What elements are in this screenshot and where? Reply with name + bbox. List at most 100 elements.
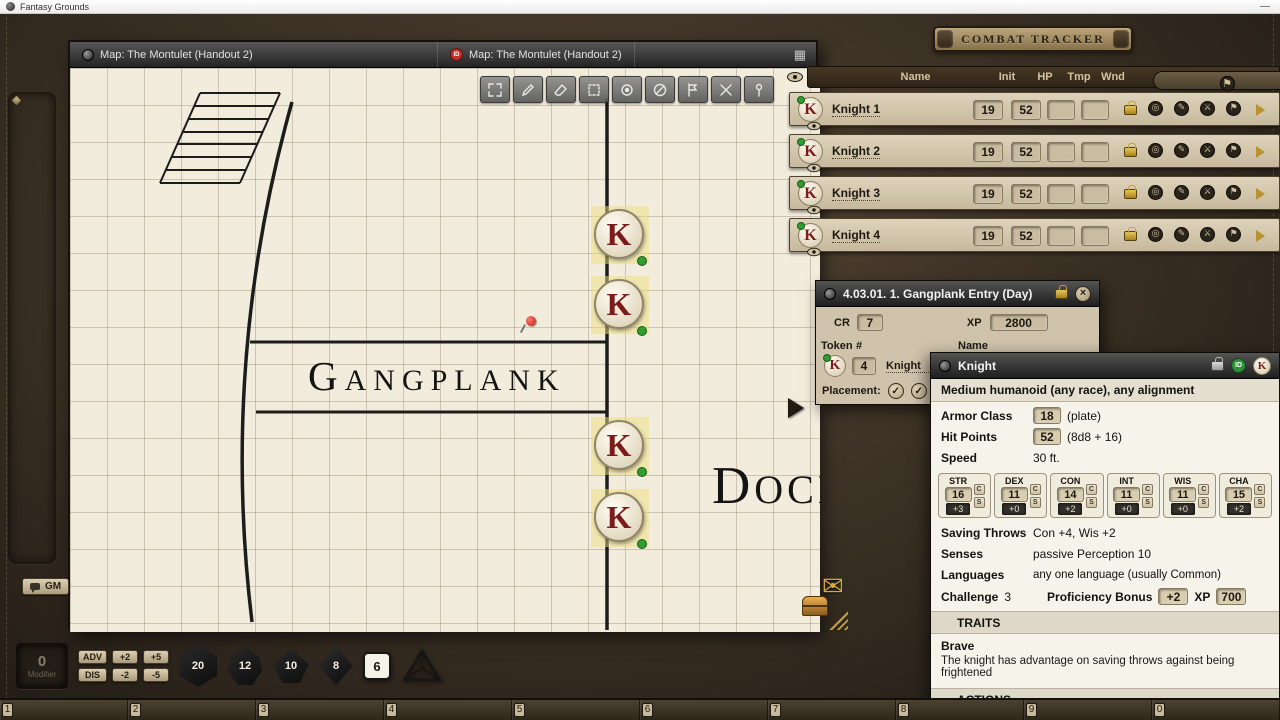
swords-icon[interactable]: ⚔	[1200, 101, 1215, 116]
hp-field[interactable]: 52	[1011, 100, 1041, 120]
pencil-icon[interactable]: ✎	[1174, 101, 1189, 116]
map-token-knight-2[interactable]: K	[591, 276, 649, 334]
cr-field[interactable]: 7	[857, 314, 883, 331]
wis-mod[interactable]: +0	[1171, 503, 1195, 515]
modifier-box[interactable]: 0 Modifier	[16, 643, 68, 689]
mask-button[interactable]	[645, 76, 675, 103]
pencil-icon[interactable]: ✎	[1174, 143, 1189, 158]
target-button[interactable]	[612, 76, 642, 103]
combatant-name[interactable]: Knight 1	[832, 102, 880, 117]
check-roll-button[interactable]: C	[1198, 484, 1209, 495]
map-token-knight-4[interactable]: K	[591, 489, 649, 547]
hp-field[interactable]: 52	[1011, 184, 1041, 204]
advance-turn-icon[interactable]	[1256, 188, 1265, 200]
hotkey-slot-4[interactable]: 4	[384, 700, 512, 720]
statblock-xp-field[interactable]: 700	[1216, 588, 1246, 605]
tmp-field[interactable]	[1047, 184, 1075, 204]
die-d10[interactable]: 10	[273, 649, 309, 683]
lock-icon[interactable]	[1124, 189, 1137, 199]
plus5-button[interactable]: +5	[143, 650, 169, 664]
token-icon[interactable]: K	[798, 181, 823, 206]
tracker-row-knight-1[interactable]: K Knight 1 19 52 ◎ ✎ ⚔ ⚑	[789, 92, 1280, 126]
flag-icon[interactable]: ⚑	[1226, 101, 1241, 116]
placement-check-icon[interactable]: ✓	[911, 383, 927, 399]
token-icon[interactable]: K	[798, 223, 823, 248]
minimize-button[interactable]: —	[1256, 1, 1274, 12]
sidebar-panel[interactable]	[8, 92, 56, 564]
check-roll-button[interactable]: C	[1254, 484, 1265, 495]
con-mod[interactable]: +2	[1058, 503, 1082, 515]
die-d8[interactable]: 8	[319, 647, 353, 685]
delete-button[interactable]	[711, 76, 741, 103]
flag-icon[interactable]: ⚑	[1226, 143, 1241, 158]
check-roll-button[interactable]: C	[974, 484, 985, 495]
plus2-button[interactable]: +2	[112, 650, 138, 664]
hotkey-slot-8[interactable]: 8	[896, 700, 1024, 720]
window-radial-icon[interactable]	[824, 288, 836, 300]
swords-icon[interactable]: ⚔	[1200, 143, 1215, 158]
hotkey-slot-9[interactable]: 9	[1024, 700, 1152, 720]
combatant-name[interactable]: Knight 4	[832, 228, 880, 243]
token-icon[interactable]: K	[798, 97, 823, 122]
die-d12[interactable]: 12	[227, 647, 263, 685]
check-roll-button[interactable]: C	[1030, 484, 1041, 495]
envelope-icon[interactable]: ✉	[822, 574, 844, 600]
pencil-icon[interactable]: ✎	[1174, 185, 1189, 200]
map-tabbar[interactable]: Map: The Montulet (Handout 2) ID Map: Th…	[70, 42, 816, 68]
dis-button[interactable]: DIS	[78, 668, 107, 682]
target-icon[interactable]: ◎	[1148, 185, 1163, 200]
map-tab-1[interactable]: Map: The Montulet (Handout 2)	[70, 42, 438, 67]
save-roll-button[interactable]: S	[1142, 497, 1153, 508]
hotkey-slot-5[interactable]: 5	[512, 700, 640, 720]
token-icon[interactable]: K	[1253, 357, 1271, 375]
map-token-knight-3[interactable]: K	[591, 417, 649, 475]
token-icon[interactable]: K	[798, 139, 823, 164]
lock-icon[interactable]	[1124, 147, 1137, 157]
adv-button[interactable]: ADV	[78, 650, 107, 664]
flag-icon[interactable]: ⚑	[1220, 76, 1235, 91]
lock-icon[interactable]	[1211, 361, 1224, 371]
placement-check-icon[interactable]: ✓	[888, 383, 904, 399]
swords-icon[interactable]: ⚔	[1200, 185, 1215, 200]
lock-icon[interactable]	[1124, 105, 1137, 115]
tracker-row-knight-4[interactable]: K Knight 4 19 52 ◎ ✎ ⚔ ⚑	[789, 218, 1280, 252]
statblock-titlebar[interactable]: Knight ID K	[931, 353, 1279, 379]
panel-toggle-arrow-icon[interactable]	[788, 398, 804, 418]
ac-field[interactable]: 18	[1033, 407, 1061, 424]
pencil-icon[interactable]: ✎	[1174, 227, 1189, 242]
xp-field[interactable]: 2800	[990, 314, 1048, 331]
gm-chat-button[interactable]: GM	[22, 578, 69, 595]
wis-score-field[interactable]: 11	[1169, 487, 1196, 502]
visibility-eye-icon[interactable]	[807, 206, 821, 215]
check-roll-button[interactable]: C	[1142, 484, 1153, 495]
advance-turn-icon[interactable]	[1256, 146, 1265, 158]
encounter-titlebar[interactable]: 4.03.01. 1. Gangplank Entry (Day) ×	[816, 281, 1099, 307]
fit-view-button[interactable]	[480, 76, 510, 103]
proficiency-field[interactable]: +2	[1158, 588, 1188, 605]
wnd-field[interactable]	[1081, 142, 1109, 162]
combatant-name[interactable]: Knight 3	[832, 186, 880, 201]
hotkey-slot-6[interactable]: 6	[640, 700, 768, 720]
str-score-field[interactable]: 16	[945, 487, 972, 502]
init-field[interactable]: 19	[973, 142, 1003, 162]
die-d4[interactable]	[401, 648, 443, 684]
map-tab-2[interactable]: ID Map: The Montulet (Handout 2)	[438, 42, 635, 67]
check-roll-button[interactable]: C	[1086, 484, 1097, 495]
save-roll-button[interactable]: S	[1086, 497, 1097, 508]
int-score-field[interactable]: 11	[1113, 487, 1140, 502]
save-roll-button[interactable]: S	[1030, 497, 1041, 508]
visibility-eye-icon[interactable]	[807, 164, 821, 173]
wnd-field[interactable]	[1081, 100, 1109, 120]
os-titlebar[interactable]: Fantasy Grounds —	[0, 0, 1280, 14]
combatant-name[interactable]: Knight 2	[832, 144, 880, 159]
token-icon[interactable]: K	[824, 355, 846, 377]
str-mod[interactable]: +3	[946, 503, 970, 515]
hotkey-slot-0[interactable]: 0	[1152, 700, 1280, 720]
hp-field[interactable]: 52	[1011, 142, 1041, 162]
target-icon[interactable]: ◎	[1148, 101, 1163, 116]
dex-score-field[interactable]: 11	[1001, 487, 1028, 502]
flag-icon[interactable]: ⚑	[1226, 185, 1241, 200]
int-mod[interactable]: +0	[1115, 503, 1139, 515]
save-roll-button[interactable]: S	[1254, 497, 1265, 508]
init-field[interactable]: 19	[973, 226, 1003, 246]
